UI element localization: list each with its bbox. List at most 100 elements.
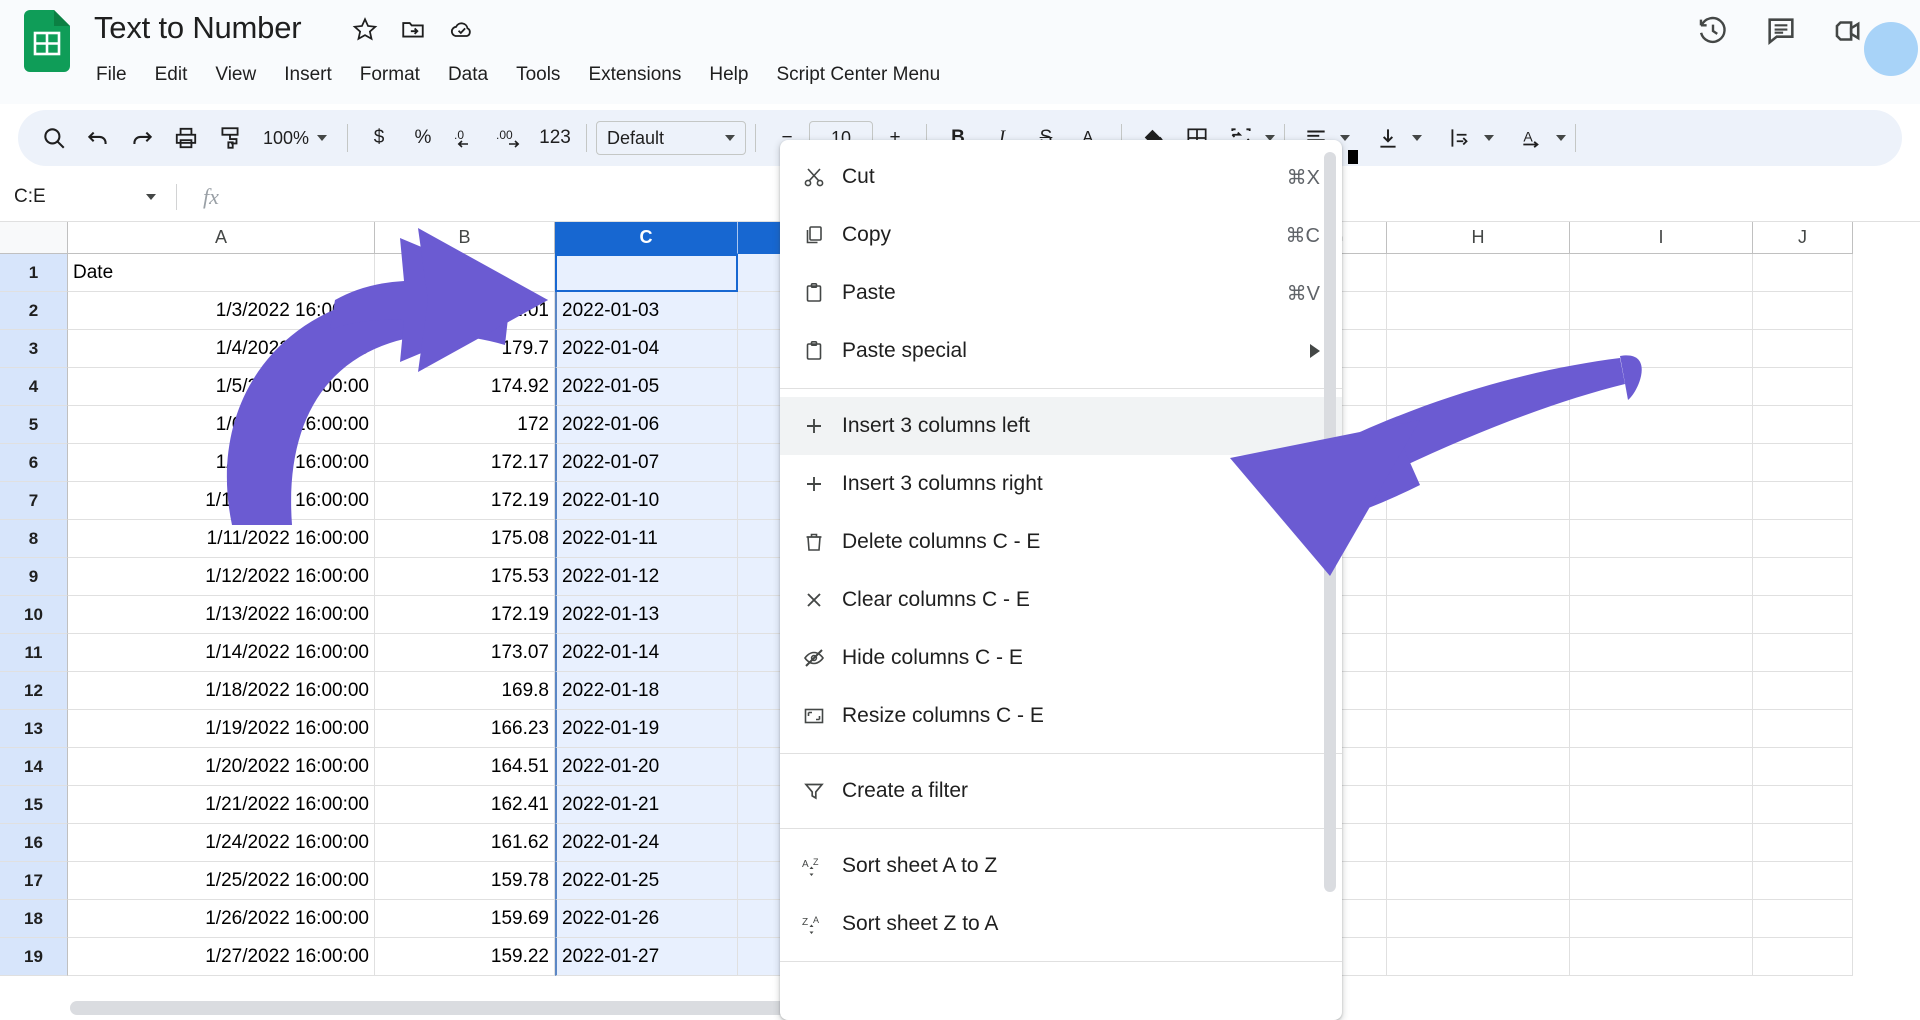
grid-cell-C15[interactable]: 2022-01-21 [555, 786, 738, 824]
grid-cell-I4[interactable] [1570, 368, 1753, 406]
grid-cell-I1[interactable] [1570, 254, 1753, 292]
grid-cell-B11[interactable]: 173.07 [375, 634, 555, 672]
grid-cell-C12[interactable]: 2022-01-18 [555, 672, 738, 710]
more-formats-button[interactable]: 123 [533, 116, 577, 160]
row-header-17[interactable]: 17 [0, 862, 68, 900]
grid-cell-J16[interactable] [1753, 824, 1853, 862]
paint-format-icon[interactable] [208, 116, 252, 160]
meet-camera-icon[interactable] [1832, 14, 1866, 48]
row-header-16[interactable]: 16 [0, 824, 68, 862]
grid-cell-J8[interactable] [1753, 520, 1853, 558]
menu-item-format[interactable]: Format [346, 60, 434, 90]
menu-item-paste[interactable]: Paste ⌘V [780, 264, 1342, 322]
row-header-18[interactable]: 18 [0, 900, 68, 938]
select-all-corner[interactable] [0, 222, 68, 254]
document-title[interactable]: Text to Number [94, 10, 302, 46]
grid-cell-B4[interactable]: 174.92 [375, 368, 555, 406]
column-header-j[interactable]: J [1753, 222, 1853, 254]
menu-item-clear-columns-c-e[interactable]: Clear columns C - E [780, 571, 1342, 629]
grid-cell-I15[interactable] [1570, 786, 1753, 824]
grid-cell-B14[interactable]: 164.51 [375, 748, 555, 786]
comment-icon[interactable] [1764, 14, 1798, 48]
grid-cell-I9[interactable] [1570, 558, 1753, 596]
grid-cell-C4[interactable]: 2022-01-05 [555, 368, 738, 406]
menu-item-insert[interactable]: Insert [270, 60, 346, 90]
row-header-19[interactable]: 19 [0, 938, 68, 976]
grid-cell-J14[interactable] [1753, 748, 1853, 786]
grid-cell-B5[interactable]: 172 [375, 406, 555, 444]
grid-cell-I13[interactable] [1570, 710, 1753, 748]
row-header-3[interactable]: 3 [0, 330, 68, 368]
grid-cell-C17[interactable]: 2022-01-25 [555, 862, 738, 900]
grid-cell-A18[interactable]: 1/26/2022 16:00:00 [68, 900, 375, 938]
percent-format-button[interactable]: % [401, 116, 445, 160]
grid-cell-J3[interactable] [1753, 330, 1853, 368]
grid-cell-A2[interactable]: 1/3/2022 16:00:00 [68, 292, 375, 330]
menu-item-resize-columns-c-e[interactable]: Resize columns C - E [780, 687, 1342, 745]
menu-item-copy[interactable]: Copy ⌘C [780, 206, 1342, 264]
grid-cell-I10[interactable] [1570, 596, 1753, 634]
search-icon[interactable] [32, 116, 76, 160]
menu-item-insert-3-columns-left[interactable]: Insert 3 columns left [780, 397, 1342, 455]
grid-cell-C16[interactable]: 2022-01-24 [555, 824, 738, 862]
grid-cell-H17[interactable] [1387, 862, 1570, 900]
grid-cell-J7[interactable] [1753, 482, 1853, 520]
grid-cell-A16[interactable]: 1/24/2022 16:00:00 [68, 824, 375, 862]
row-header-12[interactable]: 12 [0, 672, 68, 710]
grid-cell-J4[interactable] [1753, 368, 1853, 406]
column-header-c[interactable]: C [555, 222, 738, 254]
menu-item-file[interactable]: File [96, 60, 141, 90]
grid-cell-A15[interactable]: 1/21/2022 16:00:00 [68, 786, 375, 824]
grid-cell-C18[interactable]: 2022-01-26 [555, 900, 738, 938]
grid-cell-J10[interactable] [1753, 596, 1853, 634]
menu-item-view[interactable]: View [201, 60, 270, 90]
increase-decimal-button[interactable]: .00 [489, 116, 533, 160]
grid-cell-B1[interactable] [375, 254, 555, 292]
grid-cell-A19[interactable]: 1/27/2022 16:00:00 [68, 938, 375, 976]
redo-icon[interactable] [120, 116, 164, 160]
grid-cell-J1[interactable] [1753, 254, 1853, 292]
grid-cell-A12[interactable]: 1/18/2022 16:00:00 [68, 672, 375, 710]
row-header-13[interactable]: 13 [0, 710, 68, 748]
grid-cell-H3[interactable] [1387, 330, 1570, 368]
grid-cell-A5[interactable]: 1/6/2022 16:00:00 [68, 406, 375, 444]
menu-item-sort-sheet-z-to-a[interactable]: Z A Sort sheet Z to A [780, 895, 1342, 953]
grid-cell-J17[interactable] [1753, 862, 1853, 900]
row-header-5[interactable]: 5 [0, 406, 68, 444]
menu-item-tools[interactable]: Tools [502, 60, 574, 90]
grid-cell-H7[interactable] [1387, 482, 1570, 520]
grid-cell-A11[interactable]: 1/14/2022 16:00:00 [68, 634, 375, 672]
grid-cell-C11[interactable]: 2022-01-14 [555, 634, 738, 672]
grid-cell-H8[interactable] [1387, 520, 1570, 558]
grid-cell-I11[interactable] [1570, 634, 1753, 672]
menu-item-edit[interactable]: Edit [141, 60, 202, 90]
grid-cell-B16[interactable]: 161.62 [375, 824, 555, 862]
row-header-1[interactable]: 1 [0, 254, 68, 292]
grid-cell-C10[interactable]: 2022-01-13 [555, 596, 738, 634]
active-cell[interactable] [555, 254, 738, 292]
row-header-10[interactable]: 10 [0, 596, 68, 634]
grid-cell-C14[interactable]: 2022-01-20 [555, 748, 738, 786]
grid-cell-I3[interactable] [1570, 330, 1753, 368]
grid-cell-A3[interactable]: 1/4/2022 16:00:00 [68, 330, 375, 368]
chevron-down-icon[interactable] [1412, 135, 1422, 141]
grid-cell-B15[interactable]: 162.41 [375, 786, 555, 824]
font-family-selector[interactable]: Default [596, 121, 746, 155]
column-header-a[interactable]: A [68, 222, 375, 254]
grid-cell-A14[interactable]: 1/20/2022 16:00:00 [68, 748, 375, 786]
grid-cell-I7[interactable] [1570, 482, 1753, 520]
grid-cell-A6[interactable]: 1/7/2022 16:00:00 [68, 444, 375, 482]
cloud-saved-icon[interactable] [448, 16, 474, 42]
grid-cell-H12[interactable] [1387, 672, 1570, 710]
column-header-h[interactable]: H [1387, 222, 1570, 254]
grid-cell-J19[interactable] [1753, 938, 1853, 976]
grid-cell-H15[interactable] [1387, 786, 1570, 824]
grid-cell-B6[interactable]: 172.17 [375, 444, 555, 482]
grid-cell-C19[interactable]: 2022-01-27 [555, 938, 738, 976]
zoom-selector[interactable]: 100% [252, 120, 338, 156]
grid-cell-C8[interactable]: 2022-01-11 [555, 520, 738, 558]
grid-cell-B3[interactable]: 179.7 [375, 330, 555, 368]
decrease-decimal-button[interactable]: .0 [445, 116, 489, 160]
grid-cell-H10[interactable] [1387, 596, 1570, 634]
grid-cell-A10[interactable]: 1/13/2022 16:00:00 [68, 596, 375, 634]
